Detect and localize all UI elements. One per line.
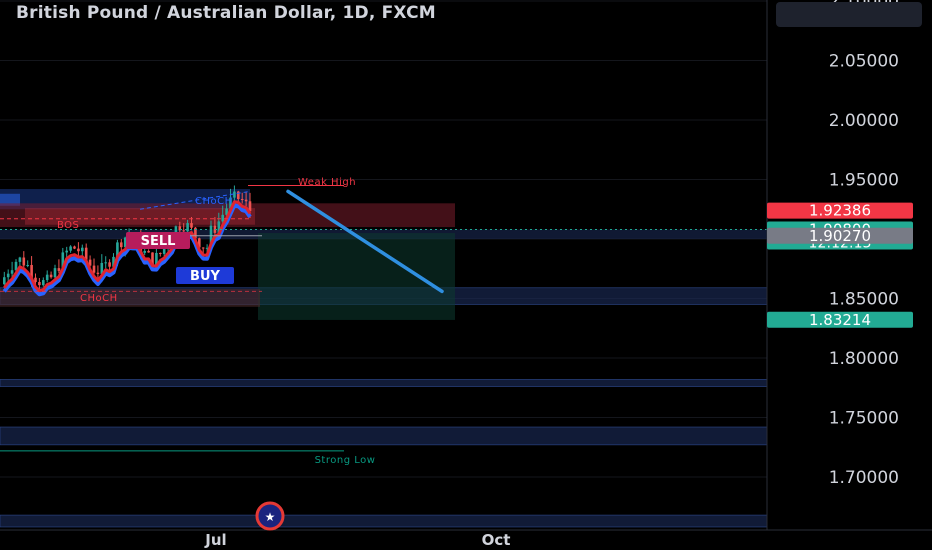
- chart-title: British Pound / Australian Dollar, 1D, F…: [16, 3, 436, 23]
- candle: [73, 245, 76, 250]
- price-chart[interactable]: Weak HighStrong LowCHoCHBOSCHoCHSELLBUY …: [0, 0, 932, 550]
- price-tick-label: 1.75000: [829, 409, 899, 429]
- candle-body: [244, 199, 248, 202]
- time-tick-label: Jul: [204, 531, 226, 549]
- price-axis: 2.100002.050002.000001.950001.850001.800…: [766, 0, 932, 550]
- annotation-label: Strong Low: [315, 455, 376, 466]
- candle-body: [73, 246, 76, 249]
- candle-body: [159, 252, 162, 254]
- candle-body: [34, 277, 37, 283]
- candle-body: [42, 280, 45, 286]
- candle-body: [108, 262, 111, 267]
- top-right-widget[interactable]: [776, 2, 922, 27]
- candle: [159, 252, 162, 257]
- candle: [104, 256, 107, 269]
- candle-body: [57, 268, 61, 271]
- price-tick-label: 1.70000: [829, 468, 899, 488]
- candle-body: [221, 214, 224, 222]
- candle-body: [77, 248, 80, 252]
- candle: [69, 245, 72, 253]
- candle-body: [104, 262, 107, 264]
- candle: [45, 270, 49, 283]
- candle: [57, 259, 61, 274]
- candle-body: [120, 242, 123, 248]
- price-tag: 1.90270: [767, 227, 913, 245]
- signal-label: BUY: [190, 269, 220, 284]
- candle-body: [182, 230, 185, 232]
- candle-body: [18, 257, 22, 262]
- candle-body: [147, 250, 150, 253]
- candle-body: [201, 247, 205, 249]
- annotation-label: Weak High: [298, 177, 356, 188]
- price-tag-label: 1.92386: [809, 202, 871, 220]
- candle: [26, 260, 29, 268]
- candle-body: [53, 268, 57, 278]
- candle-body: [240, 198, 244, 200]
- candle-body: [38, 282, 41, 286]
- signal-buy: BUY: [176, 267, 234, 284]
- candle-body: [96, 272, 100, 274]
- candle-body: [186, 223, 189, 232]
- candle-body: [10, 270, 14, 274]
- candle: [92, 258, 96, 274]
- signal-label: SELL: [141, 234, 176, 249]
- candle-body: [143, 250, 146, 253]
- annotation-label: BOS: [57, 220, 79, 231]
- signal-sell: SELL: [126, 232, 190, 249]
- support-zone: [0, 514, 768, 528]
- target-zone: [258, 233, 455, 320]
- price-tag: 1.83214: [767, 311, 913, 329]
- candle: [81, 244, 84, 256]
- price-tag-label: 1.83214: [809, 311, 871, 329]
- candle: [108, 259, 111, 271]
- time-tick-label: Oct: [482, 531, 511, 549]
- candle: [3, 271, 6, 286]
- price-tick-label: 1.85000: [829, 290, 899, 310]
- support-zone: [0, 426, 768, 446]
- annotation-label: CHoCH: [195, 196, 233, 207]
- support-zone: [0, 379, 768, 387]
- candle-body: [190, 223, 193, 228]
- candle: [147, 249, 150, 253]
- candle-body: [26, 265, 29, 267]
- candle-body: [92, 265, 96, 273]
- candle: [18, 256, 22, 267]
- candle-body: [81, 247, 84, 252]
- candle-body: [22, 257, 26, 266]
- price-tick-label: 1.80000: [829, 349, 899, 369]
- annotation-label: CHoCH: [80, 293, 118, 304]
- candle-body: [3, 277, 6, 285]
- candle-body: [69, 246, 72, 251]
- price-tick-label: 1.95000: [829, 171, 899, 191]
- candle-body: [233, 191, 236, 198]
- candle: [42, 277, 45, 287]
- candle-body: [6, 273, 10, 278]
- price-tick-label: 2.00000: [829, 111, 899, 131]
- calendar-event-icon: ★: [255, 501, 285, 531]
- candle: [22, 251, 26, 268]
- candle-body: [49, 274, 53, 278]
- candle-body: [65, 250, 68, 253]
- candle-body: [45, 274, 49, 281]
- price-tag: 1.92386: [767, 202, 913, 220]
- price-tick-label: 2.05000: [829, 52, 899, 72]
- event-glyph: ★: [265, 510, 276, 524]
- price-tag-label: 1.90270: [809, 227, 871, 245]
- candle: [49, 271, 53, 279]
